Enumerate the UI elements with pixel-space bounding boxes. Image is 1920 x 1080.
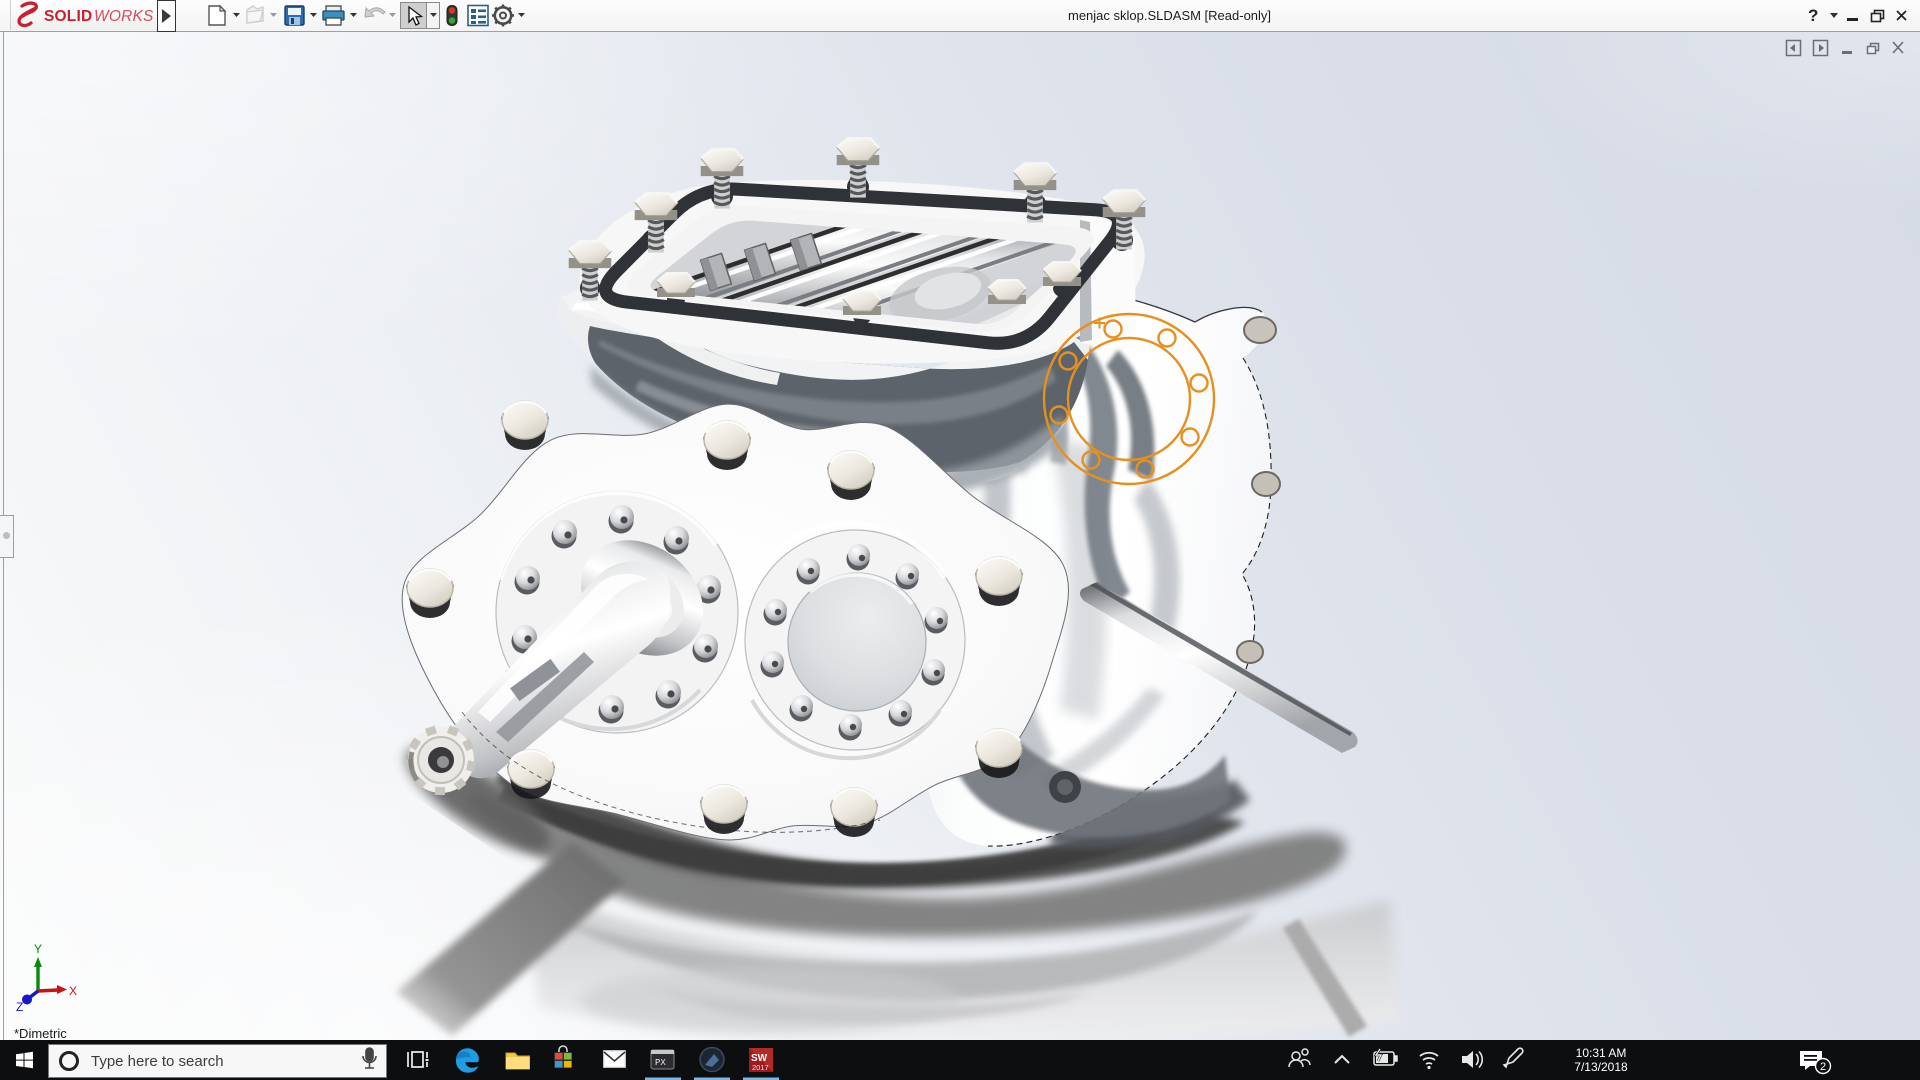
svg-text:Z: Z	[16, 1000, 23, 1014]
svg-text:?: ?	[1808, 6, 1818, 25]
svg-text:Y: Y	[34, 942, 42, 956]
svg-text:PX: PX	[655, 1058, 666, 1068]
svg-text:X: X	[69, 984, 77, 998]
svg-text:2017: 2017	[752, 1063, 769, 1072]
svg-text:2: 2	[1820, 1061, 1826, 1073]
